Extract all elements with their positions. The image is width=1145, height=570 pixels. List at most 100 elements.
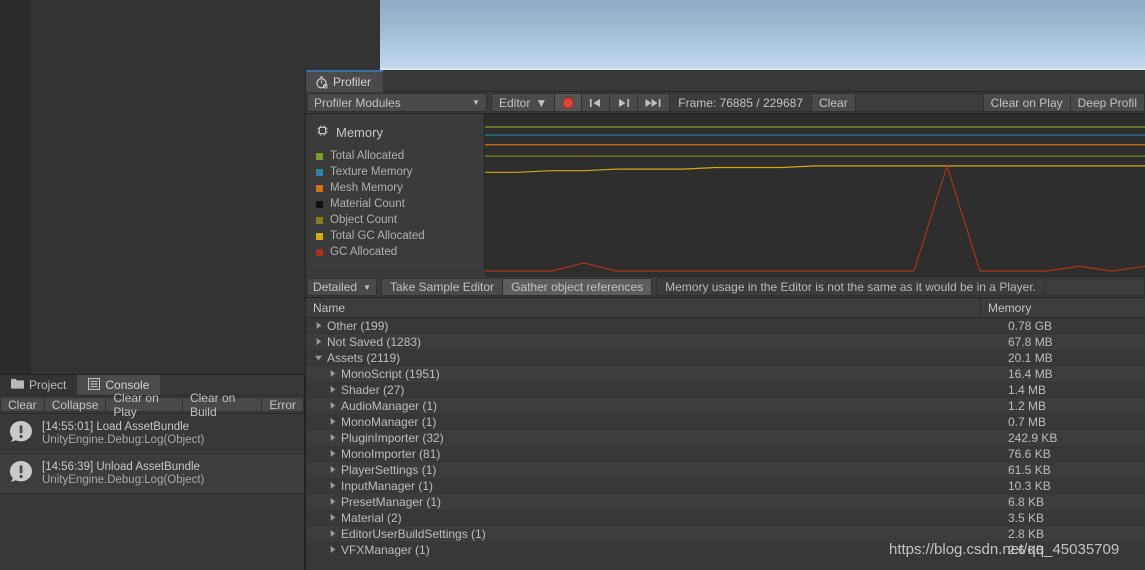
- table-cell-name: MonoScript (1951): [306, 367, 981, 381]
- console-message-line1: [14:56:39] Unload AssetBundle: [42, 461, 200, 473]
- row-name-label: Not Saved (1283): [327, 335, 422, 349]
- folder-icon: [11, 378, 24, 392]
- scene-left-panel-strip: [0, 0, 31, 374]
- expand-arrow-right-icon[interactable]: [314, 319, 327, 333]
- view-mode-dropdown[interactable]: Detailed ▼: [307, 278, 377, 296]
- legend-item[interactable]: GC Allocated: [316, 244, 484, 260]
- console-button-clear[interactable]: Clear: [0, 397, 45, 412]
- expand-arrow-right-icon[interactable]: [328, 431, 341, 445]
- table-cell-memory: 16.4 MB: [1008, 367, 1053, 381]
- column-header-name[interactable]: Name: [306, 298, 981, 317]
- legend-item[interactable]: Total GC Allocated: [316, 228, 484, 244]
- expand-arrow-right-icon[interactable]: [328, 543, 341, 557]
- chart-line: [485, 163, 1145, 272]
- console-message-text: [14:55:01] Load AssetBundle UnityEngine.D…: [42, 421, 204, 446]
- stopwatch-icon: [315, 75, 328, 89]
- scene-sky-gradient: [380, 0, 1145, 70]
- row-name-label: Material (2): [341, 511, 402, 525]
- table-row[interactable]: MonoManager (1) 0.7 MB: [306, 414, 1145, 430]
- take-sample-button[interactable]: Take Sample Editor: [381, 278, 504, 296]
- profiler-tabbar: Profiler: [306, 70, 1145, 92]
- row-name-label: Assets (2119): [327, 351, 401, 365]
- console-toolbar: Clear Collapse Clear on Play Clear on Build…: [0, 391, 304, 419]
- table-cell-memory: 67.8 MB: [1008, 335, 1053, 349]
- row-name-label: AudioManager (1): [341, 399, 438, 413]
- table-row[interactable]: Assets (2119) 20.1 MB: [306, 350, 1145, 366]
- expand-arrow-right-icon[interactable]: [328, 415, 341, 429]
- expand-arrow-right-icon[interactable]: [328, 463, 341, 477]
- expand-arrow-right-icon[interactable]: [328, 511, 341, 525]
- expand-arrow-right-icon[interactable]: [328, 479, 341, 493]
- table-row[interactable]: AudioManager (1) 1.2 MB: [306, 398, 1145, 414]
- expand-arrow-right-icon[interactable]: [328, 383, 341, 397]
- step-forward-icon: [619, 98, 630, 107]
- console-message[interactable]: [14:56:39] Unload AssetBundle UnityEngine…: [0, 454, 304, 494]
- table-cell-name: Other (199): [306, 319, 981, 333]
- legend-title-row: Memory: [316, 124, 484, 140]
- table-row[interactable]: PresetManager (1) 6.8 KB: [306, 494, 1145, 510]
- row-name-label: PlayerSettings (1): [341, 463, 437, 477]
- table-row[interactable]: InputManager (1) 10.3 KB: [306, 478, 1145, 494]
- legend-item[interactable]: Total Allocated: [316, 148, 484, 164]
- memory-graph[interactable]: [485, 114, 1145, 277]
- memory-chart-area: Memory Total Allocated Texture Memory Mesh…: [306, 114, 1145, 277]
- console-button-error[interactable]: Error: [262, 397, 304, 412]
- row-name-label: InputManager (1): [341, 479, 434, 493]
- legend-item[interactable]: Texture Memory: [316, 164, 484, 180]
- console-message-line1: [14:55:01] Load AssetBundle: [42, 421, 190, 433]
- table-row[interactable]: MonoScript (1951) 16.4 MB: [306, 366, 1145, 382]
- expand-arrow-right-icon[interactable]: [328, 367, 341, 381]
- row-name-label: MonoImporter (81): [341, 447, 441, 461]
- tab-profiler-label: Profiler: [333, 75, 372, 89]
- expand-arrow-right-icon[interactable]: [328, 495, 341, 509]
- console-button-collapse[interactable]: Collapse: [44, 397, 107, 412]
- chart-line: [485, 165, 1145, 173]
- console-button-clear-on-play[interactable]: Clear on Play: [106, 391, 183, 419]
- target-dropdown[interactable]: Editor ▼: [491, 93, 556, 112]
- tab-project[interactable]: Project: [0, 375, 78, 395]
- row-name-label: MonoManager (1): [341, 415, 437, 429]
- frame-counter: Frame: 76885 / 229687: [670, 93, 813, 112]
- console-message[interactable]: [14:55:01] Load AssetBundle UnityEngine.D…: [0, 414, 304, 454]
- console-button-clear-on-build[interactable]: Clear on Build: [182, 391, 263, 419]
- table-row[interactable]: MonoImporter (81) 76.6 KB: [306, 446, 1145, 462]
- table-row[interactable]: Not Saved (1283) 67.8 MB: [306, 334, 1145, 350]
- legend-item[interactable]: Material Count: [316, 196, 484, 212]
- expand-arrow-right-icon[interactable]: [328, 447, 341, 461]
- first-frame-button[interactable]: [582, 93, 611, 112]
- deep-profile-button[interactable]: Deep Profil: [1070, 93, 1145, 112]
- expand-arrow-right-icon[interactable]: [328, 527, 341, 541]
- legend-item[interactable]: Object Count: [316, 212, 484, 228]
- legend-item-label: Texture Memory: [330, 166, 413, 178]
- profiler-modules-dropdown[interactable]: Profiler Modules ▼: [307, 93, 487, 112]
- column-header-memory[interactable]: Memory: [981, 298, 1145, 317]
- memory-detail-toolbar: Detailed ▼ Take Sample Editor Gather obj…: [306, 277, 1145, 298]
- table-cell-memory: 10.3 KB: [1008, 479, 1051, 493]
- table-row[interactable]: PlayerSettings (1) 61.5 KB: [306, 462, 1145, 478]
- table-row[interactable]: Material (2) 3.5 KB: [306, 510, 1145, 526]
- console-icon: [88, 377, 101, 393]
- clear-on-play-button[interactable]: Clear on Play: [983, 93, 1071, 112]
- tab-profiler[interactable]: Profiler: [306, 70, 384, 92]
- last-frame-button[interactable]: [638, 93, 671, 112]
- table-row[interactable]: Shader (27) 1.4 MB: [306, 382, 1145, 398]
- expand-arrow-right-icon[interactable]: [328, 399, 341, 413]
- clear-button[interactable]: Clear: [812, 93, 856, 112]
- skip-to-end-icon: [645, 98, 661, 107]
- legend-swatch: [316, 200, 323, 208]
- table-cell-memory: 61.5 KB: [1008, 463, 1051, 477]
- legend-item[interactable]: Mesh Memory: [316, 180, 484, 196]
- expand-arrow-right-icon[interactable]: [314, 335, 327, 349]
- table-row[interactable]: PluginImporter (32) 242.9 KB: [306, 430, 1145, 446]
- gather-object-references-toggle[interactable]: Gather object references: [503, 278, 653, 296]
- table-row[interactable]: EditorUserBuildSettings (1) 2.8 KB: [306, 526, 1145, 542]
- table-cell-name: MonoImporter (81): [306, 447, 981, 461]
- expand-arrow-down-icon[interactable]: [314, 351, 327, 365]
- row-name-label: Shader (27): [341, 383, 405, 397]
- next-frame-button[interactable]: [610, 93, 639, 112]
- record-button[interactable]: [555, 93, 583, 112]
- table-cell-name: PresetManager (1): [306, 495, 981, 509]
- target-label: Editor: [499, 95, 531, 110]
- row-name-label: PluginImporter (32): [341, 431, 444, 445]
- table-row[interactable]: Other (199) 0.78 GB: [306, 318, 1145, 334]
